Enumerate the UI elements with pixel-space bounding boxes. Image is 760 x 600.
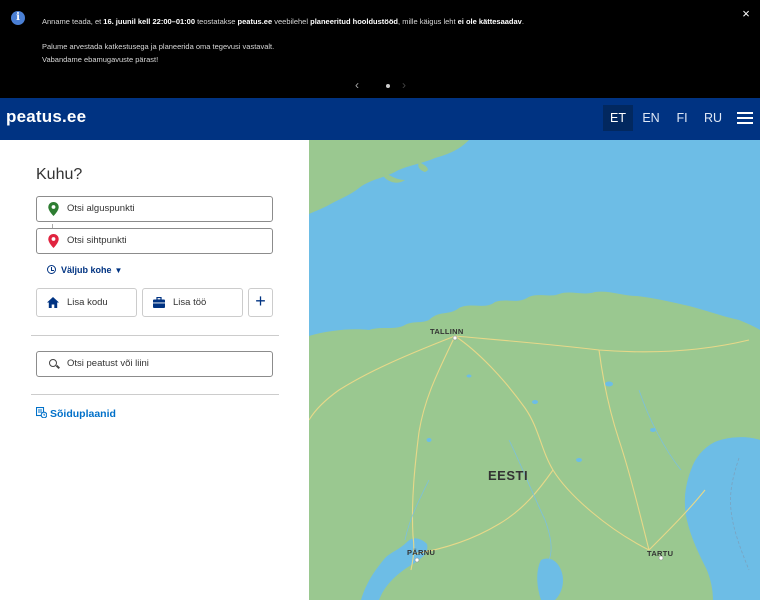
destination-input[interactable]: Otsi sihtpunkti [36,228,273,254]
site-logo[interactable]: peatus.ee [6,107,86,127]
lang-et[interactable]: ET [603,105,633,131]
close-icon[interactable]: × [740,7,752,21]
add-favourite-button[interactable]: + [248,288,273,317]
carousel-dot[interactable] [386,84,390,88]
chevron-down-icon: ▼ [114,266,123,275]
notice-text: Anname teada, et [42,17,104,26]
notice-unavailable: ei ole kättesaadav [457,17,522,26]
stop-search-placeholder: Otsi peatust või liini [67,358,149,369]
prev-arrow-icon[interactable]: ‹ [355,78,359,92]
map-view[interactable]: TALLINN EESTI PÄRNU TARTU [309,140,760,600]
estonia-land [309,291,760,600]
next-arrow-icon[interactable]: › [402,78,406,92]
timetables-link[interactable]: Sõiduplaanid [36,407,116,420]
origin-placeholder: Otsi alguspunkti [67,203,135,214]
notice-text: teostatakse [195,17,238,26]
notice-text: . [521,17,524,26]
notice-maintenance: planeeritud hooldustööd [310,17,399,26]
top-header: peatus.ee ET EN FI RU [0,98,760,140]
home-icon [47,297,59,308]
destination-pin-icon [48,234,59,248]
home-label: Lisa kodu [67,297,108,308]
route-sidebar: Kuhu? Otsi alguspunkti Otsi sihtpunkti V… [0,140,309,600]
notice-line2: Palume arvestada katkestusega ja planeer… [42,42,275,51]
label-tallinn: TALLINN [430,327,464,336]
origin-input[interactable]: Otsi alguspunkti [36,196,273,222]
clock-icon [47,265,56,274]
briefcase-icon [153,297,165,308]
lang-ru[interactable]: RU [700,105,726,131]
divider [31,335,279,336]
timetable-icon [36,407,47,418]
add-home-button[interactable]: Lisa kodu [36,288,137,317]
notice-message-line1: Anname teada, et 16. juunil kell 22:00–0… [42,17,524,27]
notice-text: , mille käigus leht [398,17,458,26]
notice-text: veebilehel [272,17,311,26]
notice-time: 16. juunil kell 22:00–01:00 [103,17,196,26]
work-label: Lisa töö [173,297,207,308]
maintenance-notice: i Anname teada, et 16. juunil kell 22:00… [0,0,760,98]
label-tartu: TARTU [647,549,673,558]
search-icon [49,359,57,367]
page-title: Kuhu? [36,166,83,183]
origin-pin-icon [48,202,59,216]
label-eesti: EESTI [488,468,528,483]
lang-fi[interactable]: FI [670,105,694,131]
notice-line3: Vabandame ebamugavuste pärast! [42,55,159,64]
timetables-label: Sõiduplaanid [50,408,116,420]
notice-message-body: Palume arvestada katkestusega ja planeer… [42,40,274,66]
label-parnu: PÄRNU [407,548,435,557]
lang-en[interactable]: EN [638,105,664,131]
notice-site: peatus.ee [237,17,273,26]
add-work-button[interactable]: Lisa töö [142,288,243,317]
departure-label: Väljub kohe [61,265,112,275]
departure-time-selector[interactable]: Väljub kohe ▼ [47,265,122,275]
menu-icon[interactable] [737,112,753,124]
info-icon: i [11,11,25,25]
stop-search-input[interactable]: Otsi peatust või liini [36,351,273,377]
destination-placeholder: Otsi sihtpunkti [67,235,127,246]
divider [31,394,279,395]
